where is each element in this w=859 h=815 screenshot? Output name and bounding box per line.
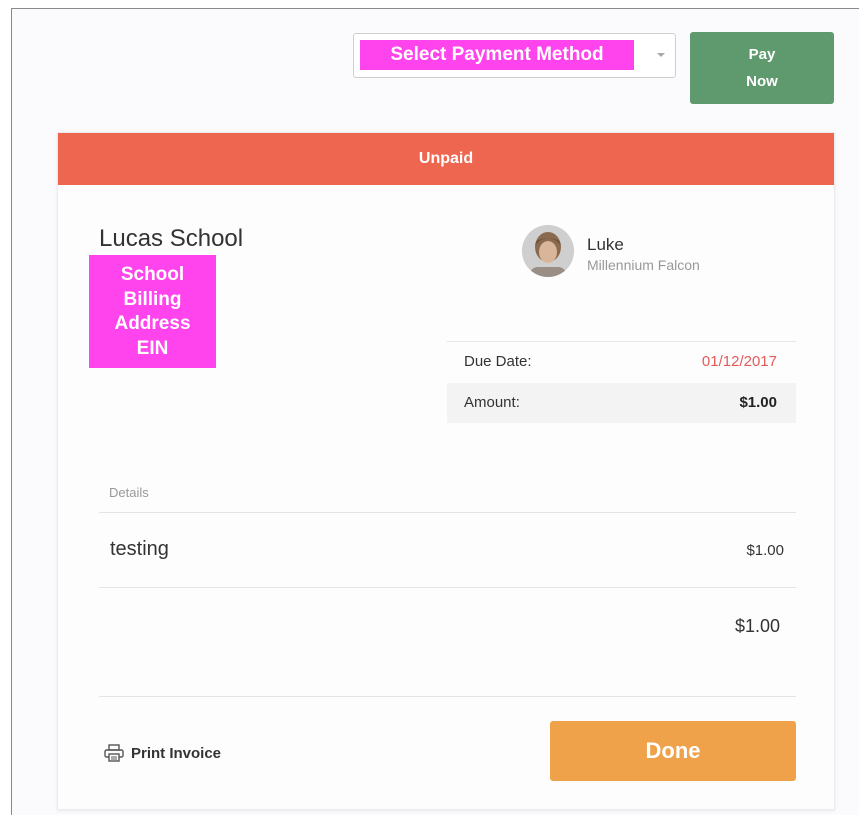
avatar — [522, 225, 574, 277]
user-name: Luke — [587, 235, 624, 254]
amount-row: Amount: $1.00 — [447, 383, 796, 423]
details-heading: Details — [109, 485, 149, 500]
divider — [99, 696, 796, 697]
divider — [99, 512, 796, 513]
payment-method-placeholder: Select Payment Method — [360, 40, 634, 70]
line-item-description: testing — [110, 538, 169, 560]
chevron-down-icon — [657, 53, 665, 57]
line-item-amount: $1.00 — [746, 542, 784, 559]
invoice-summary: Due Date: 01/12/2017 Amount: $1.00 — [447, 341, 796, 423]
done-button[interactable]: Done — [550, 721, 796, 781]
school-redacted-line: Address — [114, 313, 191, 334]
amount-value: $1.00 — [739, 394, 777, 411]
pay-now-label-line2: Now — [746, 73, 778, 90]
print-invoice-label: Print Invoice — [131, 744, 222, 762]
pay-now-label-line1: Pay — [748, 46, 776, 63]
printer-icon — [104, 744, 124, 762]
school-redacted-line: School — [120, 264, 185, 285]
payment-method-select[interactable]: Select Payment Method — [353, 33, 676, 78]
pay-now-button[interactable]: Pay Now — [690, 32, 834, 104]
due-date-value: 01/12/2017 — [701, 353, 777, 370]
school-redacted-line: EIN — [136, 337, 169, 359]
divider — [99, 587, 796, 588]
due-date-row: Due Date: 01/12/2017 — [447, 342, 796, 382]
print-invoice-link[interactable]: Print Invoice — [104, 741, 221, 765]
amount-label: Amount: — [464, 394, 520, 411]
invoice-card: Unpaid Lucas School School Billing Addre… — [57, 132, 835, 810]
status-banner: Unpaid — [58, 133, 834, 185]
school-redacted-block: School Billing Address EIN — [89, 255, 216, 368]
school-name: Lucas School — [99, 225, 244, 252]
total-amount: $1.00 — [734, 616, 780, 636]
due-date-label: Due Date: — [464, 353, 532, 370]
school-redacted-line: Billing — [123, 288, 182, 310]
user-subtitle: Millennium Falcon — [587, 257, 700, 273]
